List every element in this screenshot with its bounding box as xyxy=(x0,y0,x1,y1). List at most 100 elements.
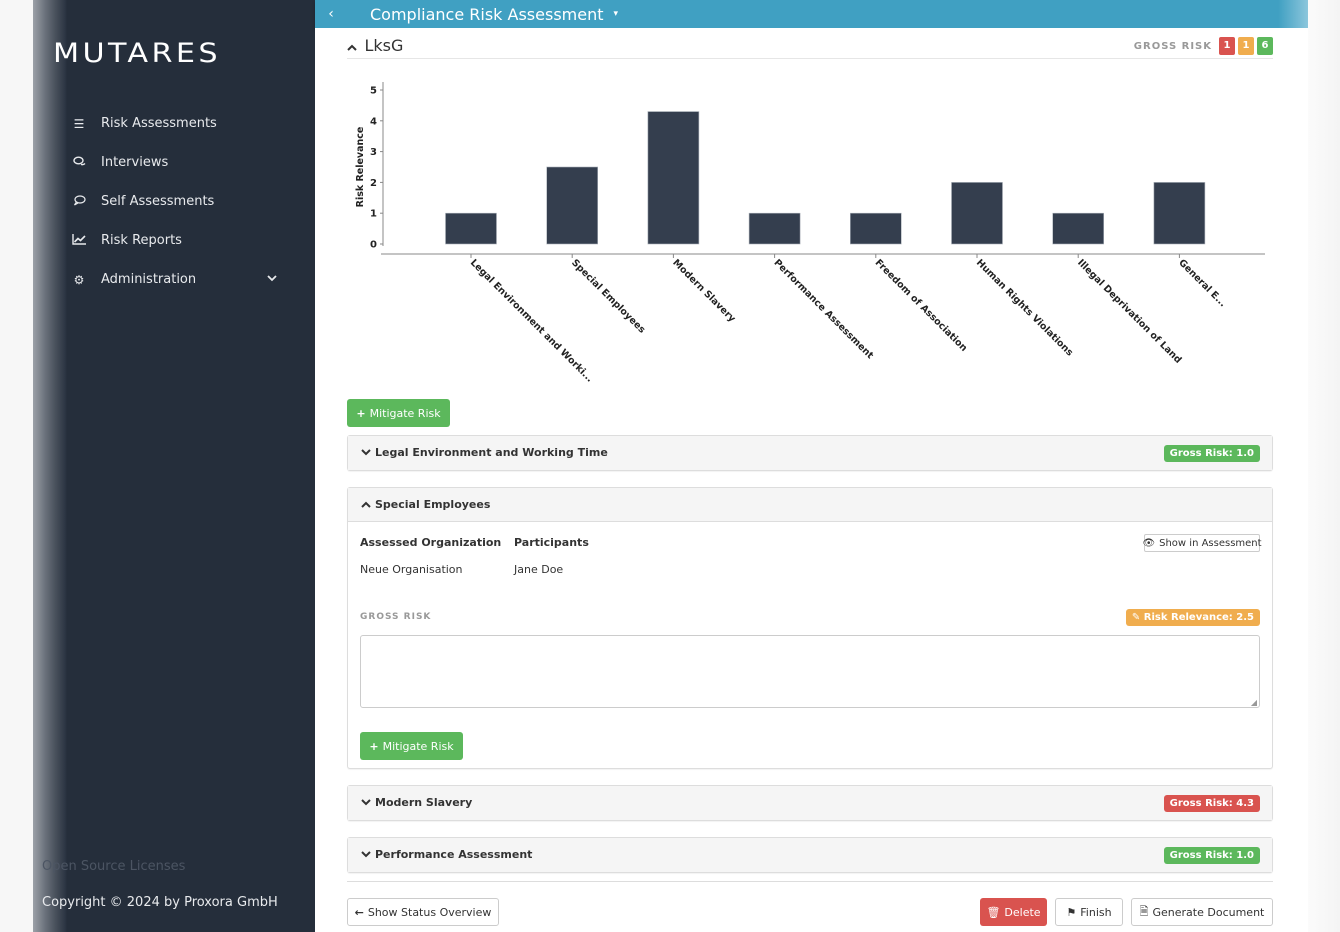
sidebar-item-self-assessments[interactable]: Self Assessments xyxy=(33,182,315,221)
medium-risk-count: 1 xyxy=(1238,37,1254,55)
x-tick-label: Freedom of Association xyxy=(873,257,970,354)
finish-label: Finish xyxy=(1080,905,1112,919)
bar xyxy=(647,111,700,245)
risk-relevance-chart: 0 1 2 3 4 5 Risk Relevance Legal Environment an… xyxy=(355,82,1265,385)
sidebar-item-administration[interactable]: ⚙ Administration xyxy=(33,260,315,299)
chevron-down-icon xyxy=(267,272,277,285)
page-edge xyxy=(0,0,33,932)
y-tick-label: 2 xyxy=(370,178,377,189)
x-tick-label: Special Employees xyxy=(569,257,647,335)
sidebar-item-risk-reports[interactable]: Risk Reports xyxy=(33,221,315,260)
plus-icon: + xyxy=(369,739,379,753)
chevron-up-icon xyxy=(361,501,371,511)
panel-title: Modern Slavery xyxy=(375,796,473,809)
resize-handle-icon[interactable]: ◢ xyxy=(1251,698,1257,707)
risk-relevance-badge[interactable]: ✎ Risk Relevance: 2.5 xyxy=(1125,609,1260,626)
y-tick-label: 5 xyxy=(370,86,377,97)
show-status-overview-label: Show Status Overview xyxy=(367,905,492,919)
y-tick-label: 0 xyxy=(370,240,377,251)
sidebar-item-label: Interviews xyxy=(101,155,169,170)
bar xyxy=(951,182,1003,245)
bar xyxy=(849,212,902,245)
high-risk-count: 1 xyxy=(1219,37,1235,55)
x-tick-label: Performance Assessment xyxy=(771,257,875,361)
sidebar-item-label: Administration xyxy=(101,272,197,287)
flag-icon: ⚑ xyxy=(1066,905,1077,919)
panel-header[interactable]: Special Employees xyxy=(348,488,1272,522)
mitigate-risk-button[interactable]: + Mitigate Risk xyxy=(360,732,463,760)
participants-label: Participants xyxy=(514,536,589,549)
section-title: LksG xyxy=(364,36,404,55)
panel-header[interactable]: Modern Slavery Gross Risk: 4.3 xyxy=(348,786,1272,820)
gross-risk-label: GROSS RISK xyxy=(1133,40,1212,52)
comment-icon xyxy=(69,194,89,209)
logo: MUTARES xyxy=(53,38,221,69)
document-icon: 🗎 xyxy=(1139,904,1149,918)
section-header: LksG GROSS RISK 1 1 6 xyxy=(347,32,1273,59)
x-tick-label: Illegal Deprivation of Land xyxy=(1075,257,1183,365)
mitigate-risk-button[interactable]: + Mitigate Risk xyxy=(347,399,450,427)
x-tick-label: General E... xyxy=(1176,257,1228,309)
risk-relevance-value: Risk Relevance: 2.5 xyxy=(1143,612,1254,623)
y-tick-label: 1 xyxy=(370,209,377,220)
finish-button[interactable]: ⚑ Finish xyxy=(1055,898,1123,926)
section-toggle[interactable]: LksG xyxy=(347,36,403,55)
bar xyxy=(546,166,598,245)
panel-title: Special Employees xyxy=(375,498,491,511)
page-title-dropdown[interactable]: Compliance Risk Assessment xyxy=(370,5,604,24)
panel-header[interactable]: Legal Environment and Working Time Gross… xyxy=(348,436,1272,470)
gross-risk-badge: Gross Risk: 1.0 xyxy=(1163,847,1260,864)
sidebar-item-interviews[interactable]: Interviews xyxy=(33,143,315,182)
x-tick-label: Modern Slavery xyxy=(670,257,738,325)
x-tick-label: Human Rights Violations xyxy=(974,257,1075,358)
participants-value: Jane Doe xyxy=(514,563,564,576)
chevron-down-icon xyxy=(361,449,371,459)
mitigate-risk-label: Mitigate Risk xyxy=(369,406,441,420)
footer-divider xyxy=(347,881,1273,882)
gross-risk-badge: Gross Risk: 4.3 xyxy=(1163,795,1260,812)
eye-icon: 👁 xyxy=(1142,537,1156,549)
show-in-assessment-button[interactable]: 👁 Show in Assessment xyxy=(1142,534,1262,552)
show-status-overview-button[interactable]: ← Show Status Overview xyxy=(347,898,499,926)
y-tick-label: 4 xyxy=(370,116,377,127)
generate-document-label: Generate Document xyxy=(1152,905,1265,919)
assessed-organization-value: Neue Organisation xyxy=(360,563,463,576)
bar xyxy=(748,212,801,245)
chevron-down-icon xyxy=(361,799,371,809)
x-tick-label: Legal Environment and Worki... xyxy=(468,257,595,384)
generate-document-button[interactable]: 🗎 Generate Document xyxy=(1131,898,1273,926)
show-in-assessment-label: Show in Assessment xyxy=(1159,537,1262,549)
sidebar-item-label: Self Assessments xyxy=(101,194,215,209)
topbar: ‹ Compliance Risk Assessment ▾ xyxy=(315,0,1308,28)
panel-title: Legal Environment and Working Time xyxy=(375,446,608,459)
copyright: Copyright © 2024 by Proxora GmbH xyxy=(42,895,278,910)
low-risk-count: 6 xyxy=(1257,37,1273,55)
gross-risk-textarea[interactable]: ◢ xyxy=(360,635,1260,708)
risk-panel-special-employees: Special Employees Assessed Organization … xyxy=(347,487,1273,769)
back-icon[interactable]: ‹ xyxy=(315,6,347,22)
gross-risk-label: GROSS RISK xyxy=(360,612,432,622)
sidebar-item-risk-assessments[interactable]: ☰ Risk Assessments xyxy=(33,104,315,143)
plus-icon: + xyxy=(356,406,366,420)
sidebar-item-label: Risk Assessments xyxy=(101,116,217,131)
arrow-left-icon: ← xyxy=(354,905,364,919)
sidebar-nav: ☰ Risk Assessments Interviews Self Asses… xyxy=(33,104,315,299)
risk-panel-modern-slavery: Modern Slavery Gross Risk: 4.3 xyxy=(347,785,1273,821)
list-icon: ☰ xyxy=(73,116,85,131)
gross-risk-summary: GROSS RISK 1 1 6 xyxy=(1134,37,1273,55)
caret-down-icon[interactable]: ▾ xyxy=(614,9,619,19)
comments-icon xyxy=(69,156,89,170)
mitigate-risk-label: Mitigate Risk xyxy=(382,739,454,753)
page-edge-right xyxy=(1308,0,1340,932)
risk-panel-performance-assessment: Performance Assessment Gross Risk: 1.0 xyxy=(347,837,1273,873)
open-source-licenses-link[interactable]: Open Source Licenses xyxy=(42,859,185,874)
sidebar-item-label: Risk Reports xyxy=(101,233,182,248)
panel-header[interactable]: Performance Assessment Gross Risk: 1.0 xyxy=(348,838,1272,872)
trash-icon: 🗑 xyxy=(986,905,1001,919)
y-tick-label: 3 xyxy=(370,147,377,158)
sidebar: MUTARES ☰ Risk Assessments Interviews Se… xyxy=(33,0,315,932)
delete-button[interactable]: 🗑 Delete xyxy=(980,898,1047,926)
line-chart-icon xyxy=(69,233,89,248)
edit-icon: ✎ xyxy=(1131,612,1144,623)
bar xyxy=(445,212,497,245)
